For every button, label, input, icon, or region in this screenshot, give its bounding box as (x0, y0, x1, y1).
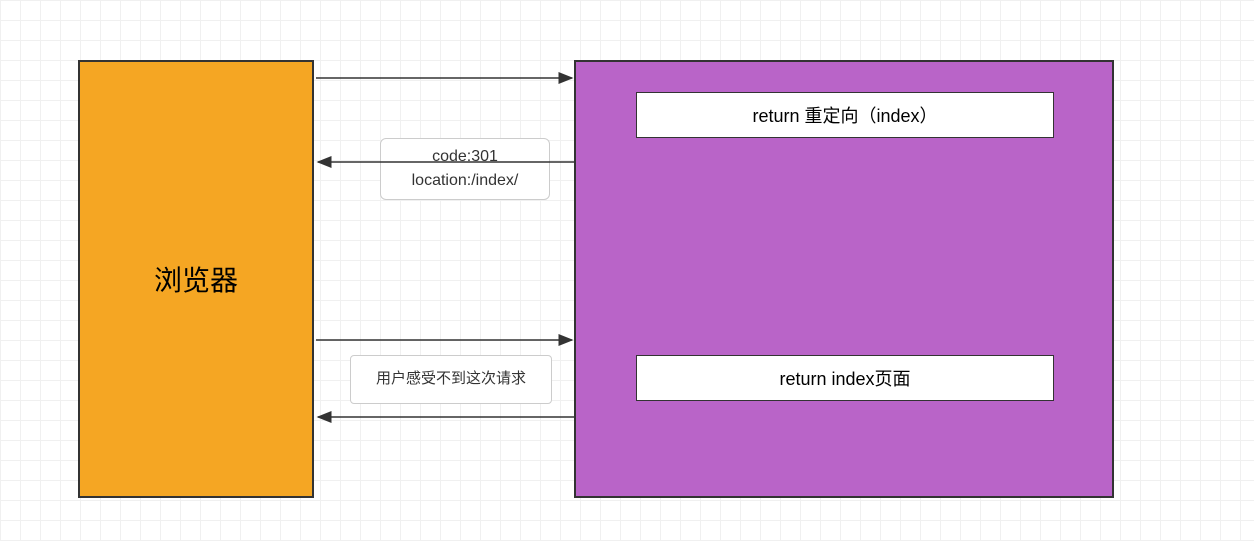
browser-label: 浏览器 (154, 259, 238, 299)
user-note-label: 用户感受不到这次请求 (350, 355, 552, 404)
redirect-return-box: return 重定向（index） (636, 92, 1054, 138)
response-301-label: code:301 location:/index/ (380, 138, 550, 200)
location-line: location:/index/ (412, 172, 519, 189)
user-note-text: 用户感受不到这次请求 (376, 370, 526, 387)
index-return-box: return index页面 (636, 355, 1054, 401)
browser-box: 浏览器 (78, 60, 314, 498)
redirect-return-label: return 重定向（index） (752, 102, 937, 128)
code-line: code:301 (432, 148, 498, 165)
index-return-label: return index页面 (779, 365, 910, 391)
